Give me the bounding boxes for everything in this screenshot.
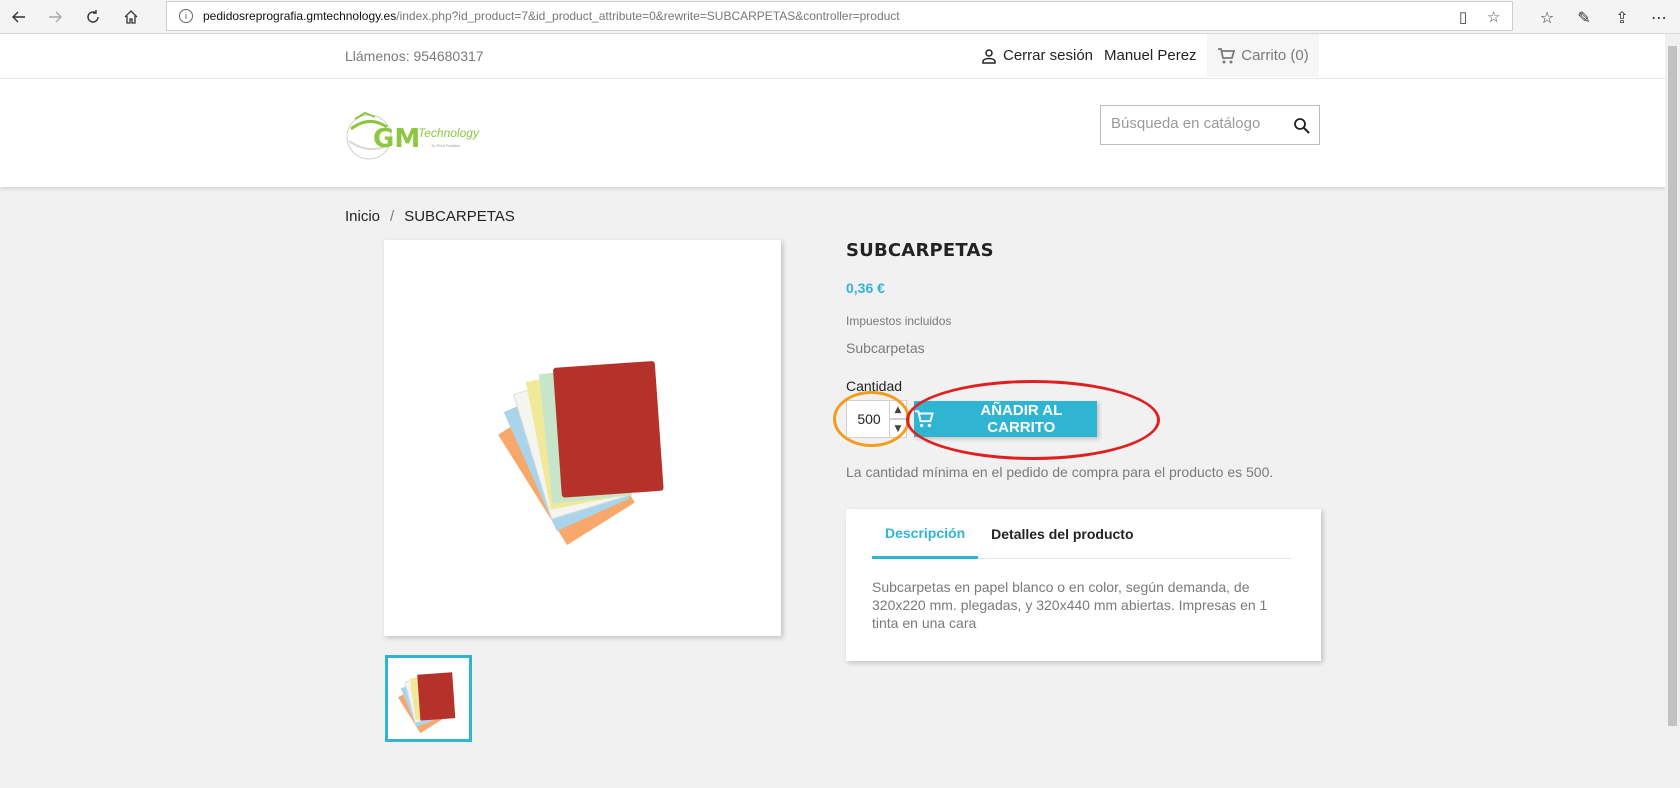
search-input[interactable] [1111,115,1286,132]
reading-view-icon[interactable]: ▯ [1459,8,1467,26]
logo-brand: GM [373,124,420,154]
contact-phone: Llámenos: 954680317 [345,48,484,64]
tab-product-details[interactable]: Detalles del producto [978,509,1146,559]
pen-icon[interactable]: ✎ [1571,4,1597,30]
product-price: 0,36 € [846,280,885,296]
logout-label: Cerrar sesión [1003,47,1094,64]
add-to-cart-highlight-circle [906,380,1160,460]
page-scrollbar[interactable] [1665,34,1680,788]
folders-thumbnail-illustration [398,672,456,734]
logo-tagline: Tu Print Solution [431,143,460,148]
url-path: /index.php?id_product=7&id_product_attri… [396,9,900,23]
product-main-image[interactable] [384,240,781,636]
product-short-description: Subcarpetas [846,340,925,356]
favorite-star-icon[interactable]: ☆ [1487,8,1500,26]
description-text: Subcarpetas en papel blanco o en color, … [872,579,1268,631]
user-icon [982,48,996,64]
minimum-quantity-note: La cantidad mínima en el pedido de compr… [846,464,1274,480]
home-icon[interactable] [118,4,144,30]
folders-illustration [498,361,664,545]
search-box [1100,105,1320,145]
back-icon[interactable] [6,4,32,30]
logout-link[interactable]: Cerrar sesión [981,47,1093,64]
address-bar[interactable]: i pedidosreprografia.gmtechnology.es /in… [166,1,1513,31]
cart-icon [1218,47,1236,63]
cart-label: Carrito (0) [1241,47,1309,64]
product-title: SUBCARPETAS [846,240,994,261]
favorites-list-icon[interactable]: ☆ [1534,4,1560,30]
product-tabs: Descripción Detalles del producto Subcar… [846,509,1321,661]
breadcrumb-current[interactable]: SUBCARPETAS [404,208,515,225]
url-host: pedidosreprografia.gmtechnology.es [203,9,397,23]
product-thumbnail[interactable] [385,655,472,742]
tax-note: Impuestos incluidos [846,314,952,328]
tab-description[interactable]: Descripción [872,509,979,559]
site-header: GM Technology Tu Print Solution [0,79,1665,187]
gm-technology-logo[interactable]: GM Technology Tu Print Solution [345,105,495,169]
tab-bar: Descripción Detalles del producto [872,509,1292,559]
breadcrumb: Inicio / SUBCARPETAS [345,208,515,225]
share-icon[interactable]: ⇪ [1609,4,1635,30]
search-icon[interactable] [1293,117,1311,135]
breadcrumb-separator: / [390,208,395,225]
scrollbar-thumb[interactable] [1668,46,1677,726]
refresh-icon[interactable] [80,4,106,30]
info-icon[interactable]: i [179,9,193,23]
more-icon[interactable]: ⋯ [1646,4,1672,30]
forward-icon[interactable] [42,4,68,30]
logo-word: Technology [418,126,480,140]
cart-button[interactable]: Carrito (0) [1207,34,1319,77]
top-nav: Llámenos: 954680317 Cerrar sesión Manuel… [0,34,1665,79]
account-link[interactable]: Manuel Perez [1104,47,1197,64]
quantity-highlight-circle [833,391,910,447]
breadcrumb-home[interactable]: Inicio [345,208,380,225]
browser-toolbar: i pedidosreprografia.gmtechnology.es /in… [0,0,1680,34]
